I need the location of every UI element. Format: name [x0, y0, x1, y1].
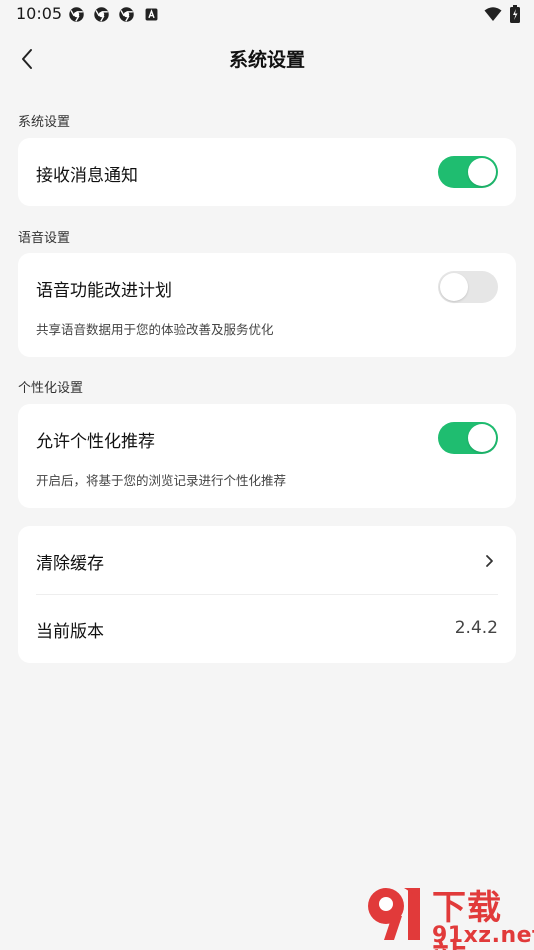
clear-cache-label: 清除缓存	[36, 554, 104, 574]
toggle-knob	[440, 273, 468, 301]
settings-page: 10:05 系统设置 系统设置 接收消息通知 语音设置 语音功能改进计划 共享语…	[0, 0, 534, 950]
section-label-system: 系统设置	[18, 115, 71, 130]
a-badge-icon	[145, 8, 158, 21]
clear-cache-row[interactable]: 清除缓存	[18, 526, 516, 594]
battery-icon	[510, 5, 520, 23]
chrome-icon	[94, 7, 109, 22]
watermark: 下载站 91xz.net	[360, 878, 534, 950]
personalized-recommendations-label: 允许个性化推荐	[36, 432, 155, 452]
receive-notifications-label: 接收消息通知	[36, 166, 138, 186]
chrome-icon	[69, 7, 84, 22]
voice-improvement-label: 语音功能改进计划	[36, 281, 172, 301]
chevron-right-icon	[486, 555, 493, 567]
notification-icons	[68, 6, 160, 23]
section-label-personalization: 个性化设置	[18, 381, 84, 396]
current-version-label: 当前版本	[36, 622, 104, 642]
status-bar: 10:05	[0, 0, 534, 30]
receive-notifications-toggle[interactable]	[438, 156, 498, 188]
personalized-recommendations-description: 开启后，将基于您的浏览记录进行个性化推荐	[36, 473, 287, 488]
watermark-logo-icon	[368, 888, 420, 940]
voice-improvement-description: 共享语音数据用于您的体验改善及服务优化	[36, 322, 274, 337]
wifi-icon	[484, 7, 502, 21]
card-misc: 清除缓存 当前版本 2.4.2	[18, 526, 516, 663]
app-header: 系统设置	[0, 30, 534, 90]
toggle-knob	[468, 158, 496, 186]
card-personalization: 允许个性化推荐 开启后，将基于您的浏览记录进行个性化推荐	[18, 404, 516, 508]
page-title: 系统设置	[228, 49, 305, 71]
system-icons	[484, 5, 520, 23]
chrome-icon	[119, 7, 134, 22]
voice-improvement-toggle[interactable]	[438, 271, 498, 303]
current-version-row: 当前版本 2.4.2	[18, 595, 516, 663]
card-notifications: 接收消息通知	[18, 138, 516, 206]
section-label-voice: 语音设置	[18, 231, 71, 246]
status-time: 10:05	[16, 4, 63, 23]
current-version-value: 2.4.2	[454, 618, 498, 638]
card-voice: 语音功能改进计划 共享语音数据用于您的体验改善及服务优化	[18, 253, 516, 357]
toggle-knob	[468, 424, 496, 452]
personalized-recommendations-toggle[interactable]	[438, 422, 498, 454]
watermark-url: 91xz.net	[432, 923, 534, 948]
